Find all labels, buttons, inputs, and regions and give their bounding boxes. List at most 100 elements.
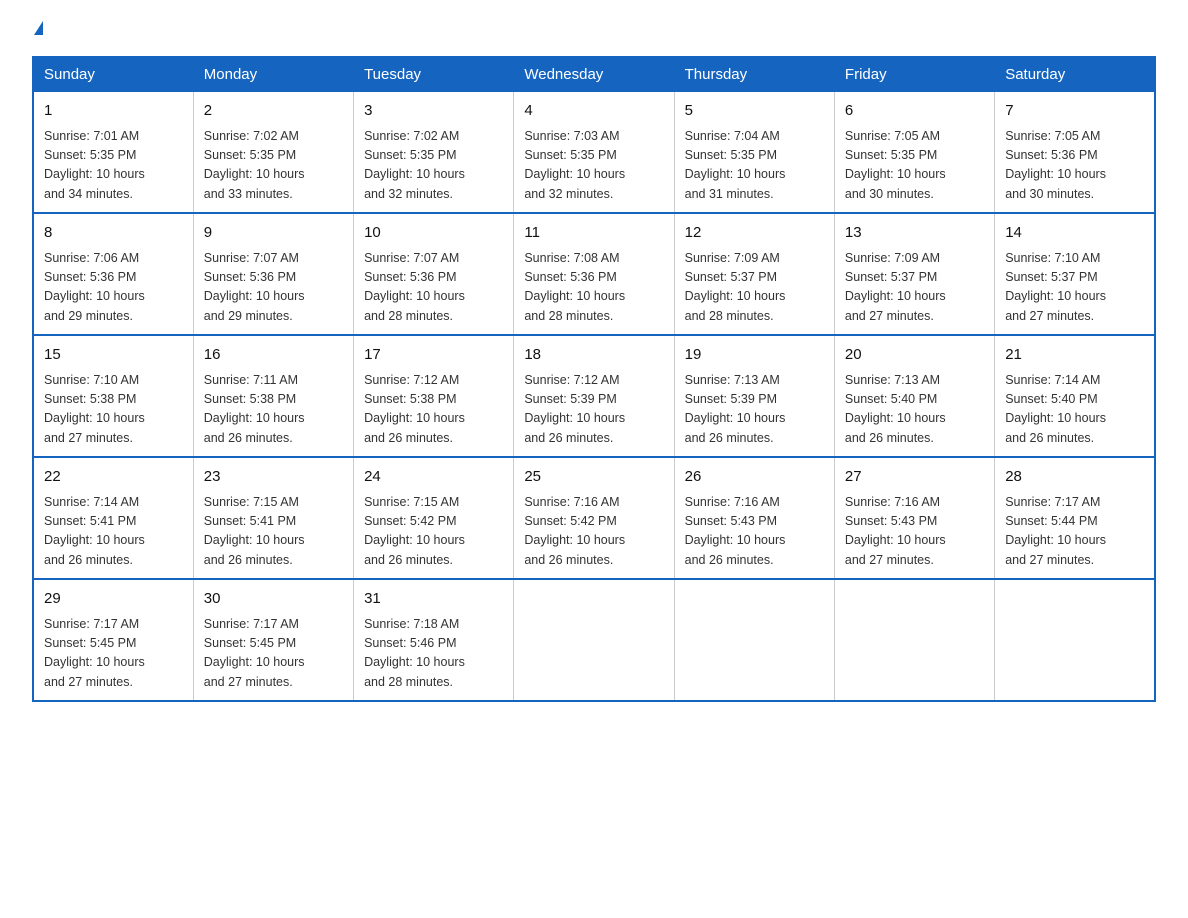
day-info: Sunrise: 7:05 AMSunset: 5:36 PMDaylight:… (1005, 127, 1144, 205)
day-number: 7 (1005, 100, 1144, 123)
calendar-cell (995, 579, 1155, 701)
weekday-header-wednesday: Wednesday (514, 57, 674, 92)
calendar-cell (834, 579, 994, 701)
calendar-cell: 15Sunrise: 7:10 AMSunset: 5:38 PMDayligh… (33, 335, 193, 457)
calendar-cell: 13 Sunrise: 7:09 AMSunset: 5:37 PMDayligh… (834, 213, 994, 335)
calendar-week-row-3: 15Sunrise: 7:10 AMSunset: 5:38 PMDayligh… (33, 335, 1155, 457)
calendar-table: SundayMondayTuesdayWednesdayThursdayFrid… (32, 56, 1156, 702)
calendar-cell: 25 Sunrise: 7:16 AMSunset: 5:42 PMDayligh… (514, 457, 674, 579)
day-info: Sunrise: 7:07 AMSunset: 5:36 PMDaylight:… (364, 249, 503, 327)
day-info: Sunrise: 7:15 AMSunset: 5:42 PMDaylight:… (364, 493, 503, 571)
calendar-cell: 12 Sunrise: 7:09 AMSunset: 5:37 PMDayligh… (674, 213, 834, 335)
day-number: 20 (845, 344, 984, 367)
day-info: Sunrise: 7:13 AMSunset: 5:40 PMDaylight:… (845, 371, 984, 449)
day-number: 30 (204, 588, 343, 611)
day-number: 25 (524, 466, 663, 489)
day-info: Sunrise: 7:12 AMSunset: 5:38 PMDaylight:… (364, 371, 503, 449)
calendar-cell: 18 Sunrise: 7:12 AMSunset: 5:39 PMDayligh… (514, 335, 674, 457)
weekday-header-thursday: Thursday (674, 57, 834, 92)
day-number: 27 (845, 466, 984, 489)
day-number: 9 (204, 222, 343, 245)
calendar-cell: 7 Sunrise: 7:05 AMSunset: 5:36 PMDaylight… (995, 92, 1155, 214)
calendar-cell: 3 Sunrise: 7:02 AMSunset: 5:35 PMDaylight… (354, 92, 514, 214)
day-number: 23 (204, 466, 343, 489)
day-number: 4 (524, 100, 663, 123)
day-number: 6 (845, 100, 984, 123)
weekday-header-sunday: Sunday (33, 57, 193, 92)
day-number: 29 (44, 588, 183, 611)
page-header (32, 24, 1156, 38)
day-info: Sunrise: 7:07 AMSunset: 5:36 PMDaylight:… (204, 249, 343, 327)
calendar-cell: 22 Sunrise: 7:14 AMSunset: 5:41 PMDayligh… (33, 457, 193, 579)
logo-triangle-icon (34, 21, 43, 35)
day-info: Sunrise: 7:09 AMSunset: 5:37 PMDaylight:… (685, 249, 824, 327)
day-info: Sunrise: 7:17 AMSunset: 5:45 PMDaylight:… (204, 615, 343, 693)
day-number: 28 (1005, 466, 1144, 489)
day-number: 17 (364, 344, 503, 367)
day-info: Sunrise: 7:17 AMSunset: 5:45 PMDaylight:… (44, 615, 183, 693)
day-info: Sunrise: 7:04 AMSunset: 5:35 PMDaylight:… (685, 127, 824, 205)
day-number: 11 (524, 222, 663, 245)
calendar-cell: 24 Sunrise: 7:15 AMSunset: 5:42 PMDayligh… (354, 457, 514, 579)
calendar-cell: 26Sunrise: 7:16 AMSunset: 5:43 PMDayligh… (674, 457, 834, 579)
calendar-cell: 14Sunrise: 7:10 AMSunset: 5:37 PMDayligh… (995, 213, 1155, 335)
calendar-cell: 9 Sunrise: 7:07 AMSunset: 5:36 PMDaylight… (193, 213, 353, 335)
day-info: Sunrise: 7:08 AMSunset: 5:36 PMDaylight:… (524, 249, 663, 327)
day-number: 2 (204, 100, 343, 123)
day-number: 21 (1005, 344, 1144, 367)
day-number: 19 (685, 344, 824, 367)
day-info: Sunrise: 7:09 AMSunset: 5:37 PMDaylight:… (845, 249, 984, 327)
day-number: 3 (364, 100, 503, 123)
weekday-header-friday: Friday (834, 57, 994, 92)
calendar-cell: 2Sunrise: 7:02 AMSunset: 5:35 PMDaylight… (193, 92, 353, 214)
day-number: 15 (44, 344, 183, 367)
weekday-header-tuesday: Tuesday (354, 57, 514, 92)
calendar-cell: 11 Sunrise: 7:08 AMSunset: 5:36 PMDayligh… (514, 213, 674, 335)
logo (32, 24, 43, 38)
calendar-cell: 16 Sunrise: 7:11 AMSunset: 5:38 PMDayligh… (193, 335, 353, 457)
calendar-cell (514, 579, 674, 701)
day-info: Sunrise: 7:15 AMSunset: 5:41 PMDaylight:… (204, 493, 343, 571)
day-info: Sunrise: 7:14 AMSunset: 5:41 PMDaylight:… (44, 493, 183, 571)
weekday-header-saturday: Saturday (995, 57, 1155, 92)
day-number: 24 (364, 466, 503, 489)
day-info: Sunrise: 7:02 AMSunset: 5:35 PMDaylight:… (364, 127, 503, 205)
day-number: 12 (685, 222, 824, 245)
calendar-cell: 19 Sunrise: 7:13 AMSunset: 5:39 PMDayligh… (674, 335, 834, 457)
day-info: Sunrise: 7:14 AMSunset: 5:40 PMDaylight:… (1005, 371, 1144, 449)
day-info: Sunrise: 7:18 AMSunset: 5:46 PMDaylight:… (364, 615, 503, 693)
day-number: 22 (44, 466, 183, 489)
day-info: Sunrise: 7:16 AMSunset: 5:42 PMDaylight:… (524, 493, 663, 571)
calendar-cell: 4 Sunrise: 7:03 AMSunset: 5:35 PMDaylight… (514, 92, 674, 214)
calendar-cell: 20 Sunrise: 7:13 AMSunset: 5:40 PMDayligh… (834, 335, 994, 457)
day-number: 14 (1005, 222, 1144, 245)
day-number: 16 (204, 344, 343, 367)
day-info: Sunrise: 7:01 AMSunset: 5:35 PMDaylight:… (44, 127, 183, 205)
calendar-cell: 30 Sunrise: 7:17 AMSunset: 5:45 PMDayligh… (193, 579, 353, 701)
day-number: 31 (364, 588, 503, 611)
calendar-cell: 29 Sunrise: 7:17 AMSunset: 5:45 PMDayligh… (33, 579, 193, 701)
day-number: 5 (685, 100, 824, 123)
day-number: 10 (364, 222, 503, 245)
calendar-cell: 28Sunrise: 7:17 AMSunset: 5:44 PMDayligh… (995, 457, 1155, 579)
calendar-cell: 5 Sunrise: 7:04 AMSunset: 5:35 PMDaylight… (674, 92, 834, 214)
weekday-header-row: SundayMondayTuesdayWednesdayThursdayFrid… (33, 57, 1155, 92)
calendar-cell: 17 Sunrise: 7:12 AMSunset: 5:38 PMDayligh… (354, 335, 514, 457)
day-info: Sunrise: 7:05 AMSunset: 5:35 PMDaylight:… (845, 127, 984, 205)
day-number: 26 (685, 466, 824, 489)
day-info: Sunrise: 7:06 AMSunset: 5:36 PMDaylight:… (44, 249, 183, 327)
day-info: Sunrise: 7:11 AMSunset: 5:38 PMDaylight:… (204, 371, 343, 449)
calendar-cell: 10 Sunrise: 7:07 AMSunset: 5:36 PMDayligh… (354, 213, 514, 335)
day-info: Sunrise: 7:03 AMSunset: 5:35 PMDaylight:… (524, 127, 663, 205)
day-number: 18 (524, 344, 663, 367)
calendar-cell: 21 Sunrise: 7:14 AMSunset: 5:40 PMDayligh… (995, 335, 1155, 457)
day-info: Sunrise: 7:12 AMSunset: 5:39 PMDaylight:… (524, 371, 663, 449)
day-info: Sunrise: 7:16 AMSunset: 5:43 PMDaylight:… (845, 493, 984, 571)
day-info: Sunrise: 7:13 AMSunset: 5:39 PMDaylight:… (685, 371, 824, 449)
day-number: 13 (845, 222, 984, 245)
day-number: 1 (44, 100, 183, 123)
calendar-cell: 31 Sunrise: 7:18 AMSunset: 5:46 PMDayligh… (354, 579, 514, 701)
calendar-cell: 27 Sunrise: 7:16 AMSunset: 5:43 PMDayligh… (834, 457, 994, 579)
calendar-cell: 8 Sunrise: 7:06 AMSunset: 5:36 PMDaylight… (33, 213, 193, 335)
day-number: 8 (44, 222, 183, 245)
